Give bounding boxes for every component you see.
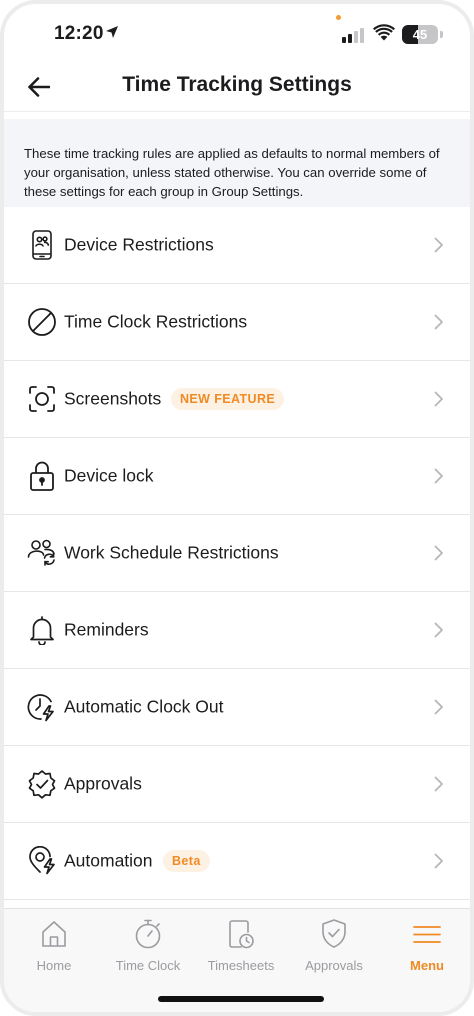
location-bolt-icon bbox=[26, 845, 58, 877]
cellular-signal-icon bbox=[342, 28, 364, 43]
chevron-right-icon bbox=[434, 237, 443, 253]
location-arrow-icon bbox=[106, 26, 118, 38]
chevron-right-icon bbox=[434, 545, 443, 561]
battery-icon: 45 bbox=[402, 25, 438, 44]
tab-time-clock[interactable]: Time Clock bbox=[101, 917, 195, 977]
item-label: Device lock bbox=[64, 465, 154, 486]
settings-description: These time tracking rules are applied as… bbox=[4, 119, 470, 207]
stopwatch-icon bbox=[135, 919, 161, 949]
settings-item-reminders[interactable]: Reminders bbox=[4, 592, 470, 669]
wifi-icon bbox=[373, 24, 395, 41]
home-indicator bbox=[158, 996, 324, 1002]
bell-icon bbox=[26, 614, 58, 646]
status-time: 12:20 bbox=[54, 23, 104, 44]
phone-screen: 12:20 45 Time Tracking Settings These ti… bbox=[0, 0, 474, 1016]
privacy-indicator-dot bbox=[336, 15, 341, 20]
chevron-right-icon bbox=[434, 699, 443, 715]
tab-label: Approvals bbox=[305, 958, 363, 973]
chevron-right-icon bbox=[434, 391, 443, 407]
battery-cap bbox=[440, 31, 443, 38]
tab-home[interactable]: Home bbox=[7, 917, 101, 977]
battery-percentage: 45 bbox=[412, 27, 428, 42]
settings-item-approvals[interactable]: Approvals bbox=[4, 746, 470, 823]
item-label: Approvals bbox=[64, 773, 142, 794]
tab-label: Home bbox=[36, 958, 72, 973]
item-label: Device Restrictions bbox=[64, 234, 214, 255]
people-sync-icon bbox=[26, 537, 58, 569]
menu-icon bbox=[413, 926, 441, 943]
beta-badge: Beta bbox=[163, 850, 210, 872]
settings-item-automatic-clock-out[interactable]: Automatic Clock Out bbox=[4, 669, 470, 746]
chevron-right-icon bbox=[434, 776, 443, 792]
prohibited-icon bbox=[26, 306, 58, 338]
bottom-tab-bar: Home Time Clock Timesheets Approvals Men… bbox=[4, 908, 470, 1012]
check-badge-icon bbox=[26, 768, 58, 800]
navigation-header: Time Tracking Settings bbox=[4, 62, 470, 112]
settings-item-screenshots[interactable]: Screenshots NEW FEATURE bbox=[4, 361, 470, 438]
settings-item-work-schedule-restrictions[interactable]: Work Schedule Restrictions bbox=[4, 515, 470, 592]
settings-item-device-restrictions[interactable]: Device Restrictions bbox=[4, 207, 470, 284]
timesheet-icon bbox=[229, 920, 254, 949]
device-restrictions-icon bbox=[26, 229, 58, 261]
settings-item-device-lock[interactable]: Device lock bbox=[4, 438, 470, 515]
description-text: These time tracking rules are applied as… bbox=[24, 146, 440, 199]
item-label: Automation bbox=[64, 850, 153, 871]
settings-list: Device Restrictions Time Clock Restricti… bbox=[4, 207, 470, 900]
tab-label: Menu bbox=[410, 958, 444, 973]
clock-bolt-icon bbox=[26, 691, 58, 723]
item-label: Work Schedule Restrictions bbox=[64, 542, 279, 563]
settings-item-time-clock-restrictions[interactable]: Time Clock Restrictions bbox=[4, 284, 470, 361]
tab-label: Timesheets bbox=[207, 958, 275, 973]
screenshot-icon bbox=[26, 383, 58, 415]
chevron-right-icon bbox=[434, 314, 443, 330]
chevron-right-icon bbox=[434, 622, 443, 638]
item-label: Reminders bbox=[64, 619, 149, 640]
item-label: Automatic Clock Out bbox=[64, 696, 224, 717]
item-label: Time Clock Restrictions bbox=[64, 311, 248, 332]
chevron-right-icon bbox=[434, 468, 443, 484]
new-feature-badge: NEW FEATURE bbox=[171, 388, 285, 410]
item-label: Screenshots bbox=[64, 388, 162, 409]
page-title: Time Tracking Settings bbox=[122, 73, 352, 96]
settings-item-automation[interactable]: Automation Beta bbox=[4, 823, 470, 900]
tab-menu[interactable]: Menu bbox=[380, 917, 470, 977]
status-bar: 12:20 45 bbox=[4, 4, 470, 62]
tab-timesheets[interactable]: Timesheets bbox=[194, 917, 288, 977]
lock-icon bbox=[26, 460, 58, 492]
tab-approvals[interactable]: Approvals bbox=[287, 917, 381, 977]
tab-label: Time Clock bbox=[115, 958, 181, 973]
shield-check-icon bbox=[322, 919, 346, 948]
chevron-right-icon bbox=[434, 853, 443, 869]
home-icon bbox=[42, 921, 66, 947]
